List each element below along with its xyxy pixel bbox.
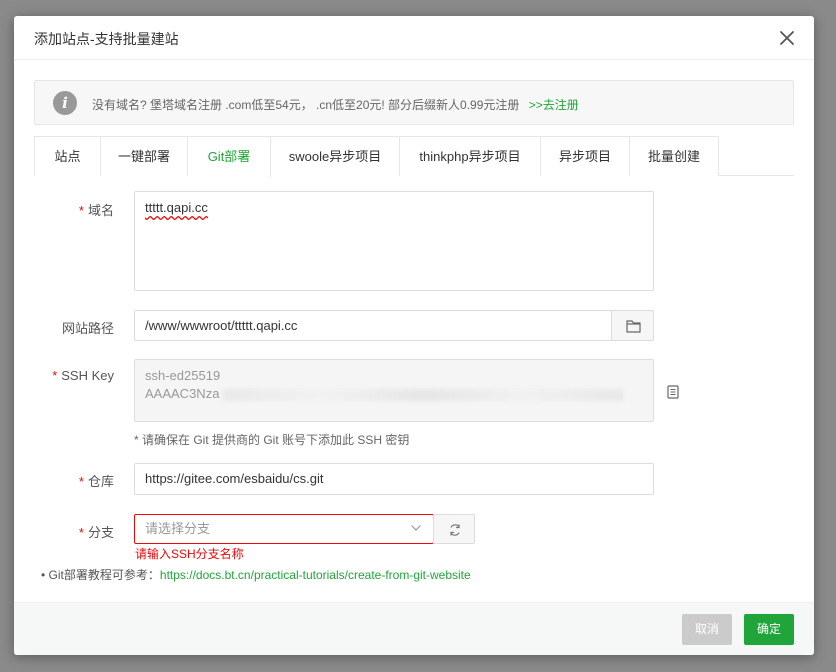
- repo-input[interactable]: https://gitee.com/esbaidu/cs.git: [134, 463, 654, 495]
- dialog-header: 添加站点-支持批量建站: [14, 16, 814, 60]
- ssh-key-line2: AAAAC3Nza: [145, 386, 220, 401]
- domain-textarea[interactable]: ttttt.qapi.cc: [134, 191, 654, 291]
- ssh-key-redacted: [223, 388, 624, 401]
- add-site-dialog: 添加站点-支持批量建站 i 没有域名? 堡塔域名注册 .com低至54元， .c…: [14, 16, 814, 655]
- ssh-key-hint: * 请确保在 Git 提供商的 Git 账号下添加此 SSH 密钥: [134, 433, 410, 447]
- tab-git-deploy[interactable]: Git部署: [188, 136, 271, 177]
- tab-one-click-deploy[interactable]: 一键部署: [101, 136, 188, 176]
- confirm-button[interactable]: 确定: [744, 614, 794, 645]
- branch-placeholder: 请选择分支: [145, 521, 211, 536]
- ssh-key-label: * SSH Key: [52, 368, 114, 383]
- tab-site[interactable]: 站点: [34, 136, 101, 176]
- info-icon: i: [53, 91, 77, 115]
- tutorial-prefix: Git部署教程可参考：: [48, 568, 160, 582]
- folder-icon[interactable]: [611, 310, 654, 341]
- site-type-tabs: 站点 一键部署 Git部署 swoole异步项目 thinkphp异步项目 异步…: [34, 136, 794, 177]
- branch-error: 请输入SSH分支名称: [135, 547, 244, 561]
- tab-swoole-project[interactable]: swoole异步项目: [271, 136, 400, 176]
- tab-async-project[interactable]: 异步项目: [541, 136, 630, 176]
- dialog-title: 添加站点-支持批量建站: [34, 31, 179, 47]
- tab-thinkphp-project[interactable]: thinkphp异步项目: [400, 136, 541, 176]
- domain-label: * 域名: [78, 203, 114, 218]
- copy-icon[interactable]: [666, 384, 680, 400]
- cancel-button[interactable]: 取消: [682, 614, 732, 645]
- tutorial-note: • Git部署教程可参考：https://docs.bt.cn/practica…: [41, 568, 471, 582]
- repo-label: * 仓库: [78, 474, 114, 489]
- domain-notice: i 没有域名? 堡塔域名注册 .com低至54元， .cn低至20元! 部分后缀…: [34, 80, 794, 125]
- branch-select[interactable]: 请选择分支: [134, 514, 434, 544]
- refresh-icon[interactable]: [433, 514, 475, 544]
- close-icon[interactable]: [776, 27, 798, 49]
- register-link[interactable]: >>去注册: [529, 98, 579, 112]
- path-label: 网站路径: [61, 321, 114, 336]
- ssh-key-line1: ssh-ed25519: [145, 368, 221, 383]
- tutorial-link[interactable]: https://docs.bt.cn/practical-tutorials/c…: [160, 568, 471, 582]
- tab-batch-create[interactable]: 批量创建: [630, 136, 719, 176]
- chevron-down-icon: [411, 525, 421, 531]
- site-path-input[interactable]: /www/wwwroot/ttttt.qapi.cc: [134, 310, 612, 341]
- dialog-footer: 取消 确定: [14, 602, 814, 655]
- notice-text: 没有域名? 堡塔域名注册 .com低至54元， .cn低至20元! 部分后缀新人…: [92, 98, 520, 112]
- branch-label: * 分支: [78, 525, 114, 540]
- ssh-key-box: ssh-ed25519 AAAAC3Nza: [134, 359, 654, 422]
